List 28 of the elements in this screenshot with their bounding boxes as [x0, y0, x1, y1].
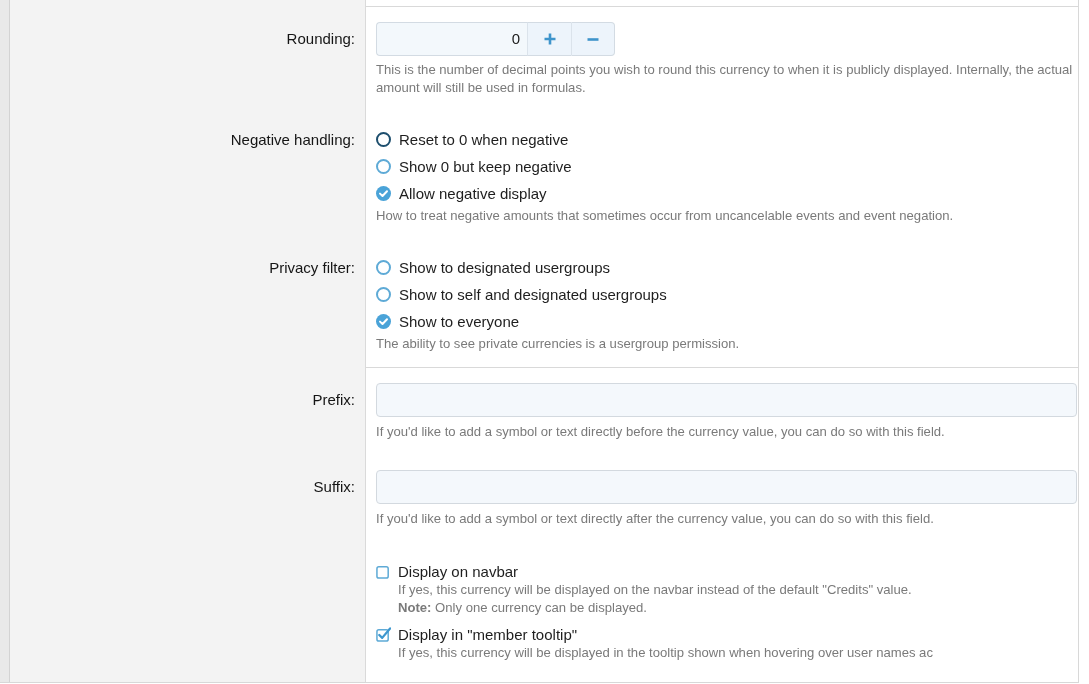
- help-text: How to treat negative amounts that sometimes occur from uncancelable events and event negation.: [376, 207, 955, 225]
- field-label: Privacy filter:: [269, 258, 355, 278]
- field-label: Rounding:: [286, 29, 355, 49]
- help-text: If you'd like to add a symbol or text directly after the currency value, you can do so with this field.: [376, 510, 935, 528]
- help-text: The ability to see private currencies is a usergroup permission.: [376, 335, 741, 353]
- field-label: Negative handling:: [230, 130, 355, 150]
- checkbox-option[interactable]: Display on navbar: [376, 561, 1077, 581]
- radio-option[interactable]: Reset to 0 when negative: [376, 126, 1077, 153]
- radio-option[interactable]: Allow negative display: [376, 180, 1077, 207]
- text-input[interactable]: [376, 383, 1077, 417]
- field-label: Prefix:: [312, 390, 355, 410]
- help-text: This is the number of decimal points you wish to round this currency to when it is publicly displayed. Internally, the actual amount will still be used in formulas.: [376, 61, 1074, 97]
- decrement-button[interactable]: [571, 22, 615, 56]
- minus-icon: [587, 37, 599, 41]
- checkbox-option[interactable]: Display in "member tooltip": [376, 624, 1077, 644]
- field-label: Suffix:: [313, 477, 355, 497]
- plus-icon: [543, 33, 556, 45]
- help-text: If you'd like to add a symbol or text directly before the currency value, you can do so with this field.: [376, 423, 946, 441]
- radio-option[interactable]: Show 0 but keep negative: [376, 153, 1077, 180]
- radio-option[interactable]: Show to designated usergroups: [376, 254, 1077, 281]
- radio-option[interactable]: Show to self and designated usergroups: [376, 281, 1077, 308]
- radio-option[interactable]: Show to everyone: [376, 308, 1077, 335]
- help-text: If yes, this currency will be displayed on the navbar instead of the default "Credits" value.: [397, 581, 913, 599]
- note-text: Note: Only one currency can be displayed.: [397, 599, 648, 617]
- help-text: If yes, this currency will be displayed in the tooltip shown when hovering over user names ac: [397, 644, 934, 662]
- number-input[interactable]: 0: [376, 22, 527, 56]
- text-input[interactable]: [376, 470, 1077, 504]
- increment-button[interactable]: [527, 22, 571, 56]
